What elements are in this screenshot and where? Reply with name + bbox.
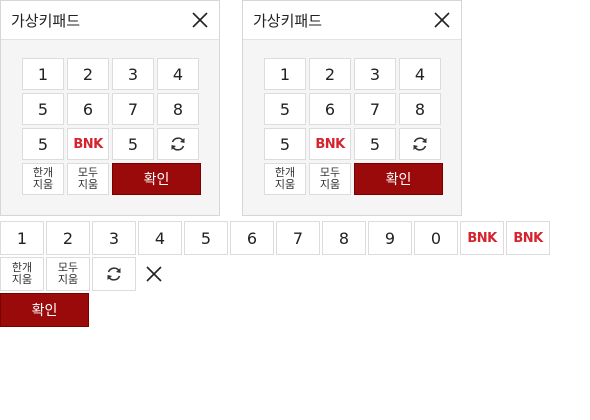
keypad-title: 가상키패드 <box>11 12 81 30</box>
key-bnk-logo[interactable]: BNK <box>309 128 351 160</box>
key-5-mid[interactable]: 5 <box>112 128 154 160</box>
close-icon[interactable] <box>191 11 209 29</box>
refresh-icon <box>171 137 185 151</box>
strip-key-7[interactable]: 7 <box>276 221 320 255</box>
key-1[interactable]: 1 <box>22 58 64 90</box>
bnk-logo: BNK <box>467 230 497 246</box>
keypad-header: 가상키패드 <box>243 1 461 40</box>
strip-key-bnk-2[interactable]: BNK <box>506 221 550 255</box>
delete-all-button[interactable]: 모두 지움 <box>309 163 351 195</box>
delete-one-button[interactable]: 한개 지움 <box>264 163 306 195</box>
key-3[interactable]: 3 <box>112 58 154 90</box>
confirm-button[interactable]: 확인 <box>354 163 443 195</box>
refresh-icon <box>413 137 427 151</box>
close-icon[interactable] <box>433 11 451 29</box>
refresh-icon <box>107 267 121 281</box>
key-6[interactable]: 6 <box>309 93 351 125</box>
strip-delete-all-button[interactable]: 모두 지움 <box>46 257 90 291</box>
strip-key-9[interactable]: 9 <box>368 221 412 255</box>
keypad-header: 가상키패드 <box>1 1 219 40</box>
strip-delete-one-button[interactable]: 한개 지움 <box>0 257 44 291</box>
key-6[interactable]: 6 <box>67 93 109 125</box>
key-2[interactable]: 2 <box>309 58 351 90</box>
keypad-title: 가상키패드 <box>253 12 323 30</box>
strip-key-5[interactable]: 5 <box>184 221 228 255</box>
key-4[interactable]: 4 <box>157 58 199 90</box>
key-7[interactable]: 7 <box>354 93 396 125</box>
delete-all-button[interactable]: 모두 지움 <box>67 163 109 195</box>
key-8[interactable]: 8 <box>399 93 441 125</box>
close-icon[interactable] <box>145 265 163 283</box>
key-bnk-logo[interactable]: BNK <box>67 128 109 160</box>
key-2[interactable]: 2 <box>67 58 109 90</box>
strip-key-8[interactable]: 8 <box>322 221 366 255</box>
key-5[interactable]: 5 <box>22 93 64 125</box>
bnk-logo: BNK <box>513 230 543 246</box>
key-3[interactable]: 3 <box>354 58 396 90</box>
strip-key-4[interactable]: 4 <box>138 221 182 255</box>
key-5[interactable]: 5 <box>264 93 306 125</box>
delete-one-button[interactable]: 한개 지움 <box>22 163 64 195</box>
key-8[interactable]: 8 <box>157 93 199 125</box>
key-4[interactable]: 4 <box>399 58 441 90</box>
refresh-button[interactable] <box>399 128 441 160</box>
key-1[interactable]: 1 <box>264 58 306 90</box>
virtual-keypad-2: 가상키패드 1 2 3 4 5 6 7 8 5 BNK 5 한개 지움 모두 지… <box>242 0 462 216</box>
key-7[interactable]: 7 <box>112 93 154 125</box>
key-5-alt[interactable]: 5 <box>264 128 306 160</box>
strip-key-1[interactable]: 1 <box>0 221 44 255</box>
confirm-button[interactable]: 확인 <box>112 163 201 195</box>
key-5-mid[interactable]: 5 <box>354 128 396 160</box>
bnk-logo: BNK <box>315 136 345 152</box>
refresh-button[interactable] <box>157 128 199 160</box>
virtual-keypad-1: 가상키패드 1 2 3 4 5 6 7 8 5 BNK 5 한개 지움 모두 지… <box>0 0 220 216</box>
strip-key-bnk-1[interactable]: BNK <box>460 221 504 255</box>
strip-refresh-button[interactable] <box>92 257 136 291</box>
bnk-logo: BNK <box>73 136 103 152</box>
strip-key-2[interactable]: 2 <box>46 221 90 255</box>
key-5-alt[interactable]: 5 <box>22 128 64 160</box>
strip-confirm-button[interactable]: 확인 <box>0 293 89 327</box>
strip-key-0[interactable]: 0 <box>414 221 458 255</box>
strip-key-3[interactable]: 3 <box>92 221 136 255</box>
strip-key-6[interactable]: 6 <box>230 221 274 255</box>
